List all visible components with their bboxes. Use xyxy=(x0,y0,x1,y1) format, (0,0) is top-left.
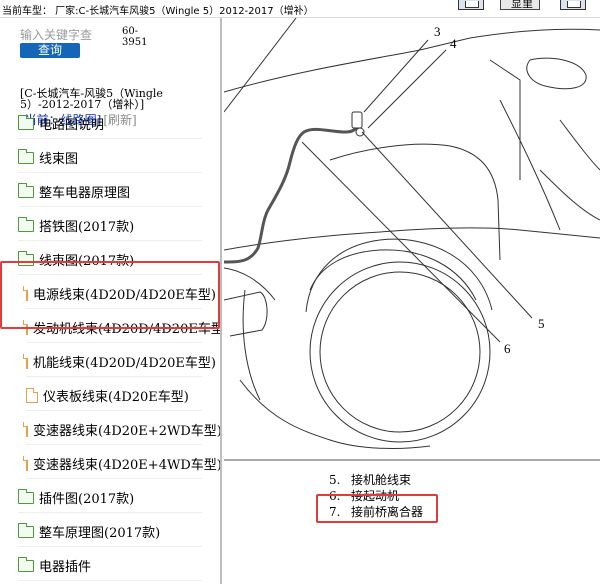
legend-item: 5. 接机舱线束 xyxy=(329,471,411,488)
window-icon-button-2[interactable] xyxy=(560,0,586,10)
fender-line xyxy=(329,143,501,261)
folder-icon xyxy=(18,488,34,504)
tree-file-item[interactable]: 机能线束(4D20D/4D20E车型) xyxy=(23,347,216,377)
folder-icon xyxy=(18,182,34,198)
tree-item-label: 电路图说明 xyxy=(39,118,105,133)
file-icon xyxy=(26,388,38,403)
search-input[interactable] xyxy=(20,26,94,43)
folder-icon xyxy=(18,522,34,538)
tire-inner xyxy=(319,271,481,433)
file-icon xyxy=(23,320,28,335)
tree-folder-item[interactable]: 整车原理图(2017款) xyxy=(18,517,202,547)
breadcrumb: [C-长城汽车-风骏5（Wingle 5）-2012-2017（增补）] xyxy=(20,87,163,111)
tree-file-item[interactable]: 变速器线束(4D20E+4WD车型) xyxy=(23,449,220,479)
callout-6: 6 xyxy=(504,341,511,356)
legend-num: 6. xyxy=(329,489,341,503)
tree-item-label: 线束图 xyxy=(39,152,79,167)
tree-item-label: 仪表板线束(4D20E车型) xyxy=(43,390,189,405)
tree-file-item[interactable]: 发动机线束(4D20D/4D20E车型 xyxy=(23,313,220,343)
door-line xyxy=(489,59,521,180)
display-button-label: 显里 xyxy=(511,0,533,10)
folder-icon xyxy=(18,148,34,164)
window-line xyxy=(559,119,600,171)
tree-file-item[interactable]: 变速器线束(4D20E+2WD车型) xyxy=(23,415,220,445)
wiring-diagram: 3 4 5 6 xyxy=(224,18,600,584)
legend-text: 接机舱线束 xyxy=(351,473,412,487)
file-icon xyxy=(23,286,28,301)
tree-item-label: 电器插件 xyxy=(39,560,92,575)
legend-text: 接前桥离合器 xyxy=(351,505,424,519)
leader-line-6 xyxy=(301,141,501,343)
connector-clip xyxy=(355,127,365,137)
tree-item-label: 机能线束(4D20D/4D20E车型) xyxy=(33,356,216,371)
sidebar: 查询 60-3951 [C-长城汽车-风骏5（Wingle 5）-2012-20… xyxy=(0,18,222,584)
leader-line-top xyxy=(224,18,297,113)
file-icon xyxy=(23,456,28,471)
tree-folder-item[interactable]: 电器插件 xyxy=(18,551,202,581)
tree-item-label: 线束图(2017款) xyxy=(39,254,135,269)
legend-num: 7. xyxy=(329,505,341,519)
legend-item: 7. 接前桥离合器 xyxy=(329,503,423,520)
bumper-line xyxy=(242,289,261,401)
file-icon xyxy=(23,422,28,437)
window-icon-button[interactable] xyxy=(458,0,484,10)
tree-folder-item[interactable]: 线束图(2017款) xyxy=(18,245,202,275)
headlight xyxy=(224,291,268,337)
tree-item-label: 插件图(2017款) xyxy=(39,492,135,507)
result-count: 60-3951 xyxy=(122,26,148,48)
display-button[interactable]: 显里 xyxy=(500,0,540,10)
vehicle-diagram-svg: 3 4 5 6 xyxy=(224,18,600,461)
tree-item-label: 发动机线束(4D20D/4D20E车型 xyxy=(33,322,222,337)
callout-3: 3 xyxy=(434,24,441,39)
legend-item: 6. 接起动机 xyxy=(329,487,399,504)
leader-line-5 xyxy=(361,131,533,319)
a-pillar xyxy=(499,99,561,231)
tree-item-label: 变速器线束(4D20E+4WD车型) xyxy=(33,458,222,473)
tree-item-label: 变速器线束(4D20E+2WD车型) xyxy=(33,424,222,439)
query-button[interactable]: 查询 xyxy=(20,43,80,58)
tree-item-label: 电源线束(4D20D/4D20E车型) xyxy=(33,288,216,303)
legend-text: 接起动机 xyxy=(351,489,400,503)
callout-5: 5 xyxy=(538,316,545,331)
top-bar: 当前车型： 厂家:C-长城汽车风骏5（Wingle 5）2012-2017（增补… xyxy=(0,0,600,18)
file-icon xyxy=(23,354,28,369)
folder-open-icon xyxy=(18,250,34,266)
wheel xyxy=(309,261,491,443)
legend-num: 5. xyxy=(329,473,341,487)
folder-icon xyxy=(18,556,34,572)
tree-folder-item[interactable]: 线束图 xyxy=(18,143,202,173)
tree-file-item[interactable]: 仪表板线束(4D20E车型) xyxy=(26,381,202,411)
tree-folder-item[interactable]: 整车电器原理图 xyxy=(18,177,202,207)
tree-item-label: 整车原理图(2017款) xyxy=(39,526,161,541)
tree-folder-item[interactable]: 插件图(2017款) xyxy=(18,483,202,513)
tree-folder-item[interactable]: 搭铁图(2017款) xyxy=(18,211,202,241)
tree-item-label: 搭铁图(2017款) xyxy=(39,220,135,235)
connector-body xyxy=(351,111,363,129)
bumper-edge xyxy=(224,267,276,301)
door-bottom xyxy=(539,169,600,221)
tree-file-item[interactable]: 电源线束(4D20D/4D20E车型) xyxy=(23,279,216,309)
folder-icon xyxy=(18,114,34,130)
current-model-text: 当前车型： 厂家:C-长城汽车风骏5（Wingle 5）2012-2017（增补… xyxy=(2,6,314,17)
tree-folder-item[interactable]: 电路图说明 xyxy=(18,109,202,139)
mirror xyxy=(526,57,587,90)
leader-line-3 xyxy=(363,39,429,113)
tree-item-label: 整车电器原理图 xyxy=(39,186,131,201)
folder-icon xyxy=(18,216,34,232)
body-line xyxy=(224,227,600,251)
leader-line-4 xyxy=(367,49,447,129)
callout-4: 4 xyxy=(450,36,457,51)
harness-cable xyxy=(224,119,360,264)
